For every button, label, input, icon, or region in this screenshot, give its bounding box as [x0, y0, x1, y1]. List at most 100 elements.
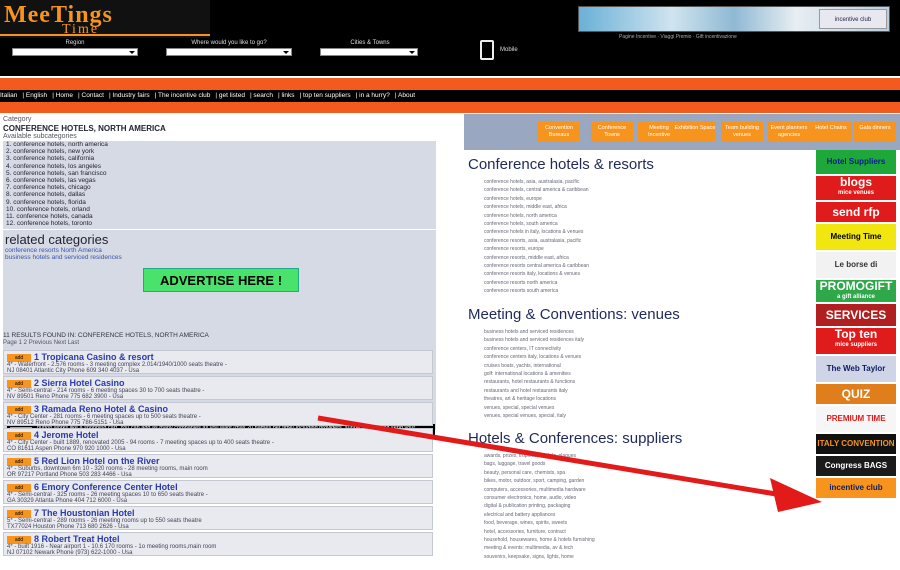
nav-item[interactable]: | get listed	[215, 92, 245, 99]
section-link[interactable]: conference resorts, europe	[484, 245, 589, 253]
section-link[interactable]: restaurants and hotel restaurants italy	[484, 387, 584, 395]
ad-web[interactable]: The Web Taylor	[816, 356, 896, 382]
section-link[interactable]: conference resorts, middle east, africa	[484, 254, 589, 262]
hotel-name-link[interactable]: 8 Robert Treat Hotel	[34, 534, 120, 544]
category-button[interactable]: Gala dinners	[854, 122, 896, 142]
hotel-name-link[interactable]: 3 Ramada Reno Hotel & Casino	[34, 404, 168, 414]
category-button[interactable]: Team building venues	[721, 122, 763, 142]
section-link[interactable]: venues, special venues, special, italy	[484, 412, 584, 420]
category-button[interactable]: Conference Towns	[591, 122, 633, 142]
category-button[interactable]: Convention Bureaus	[538, 122, 580, 142]
ad-italy-convention[interactable]: ITALY CONVENTION	[816, 434, 896, 454]
section-link[interactable]: electrical and battery appliances	[484, 511, 595, 519]
ad-congress-bags[interactable]: Congress BAGS	[816, 456, 896, 476]
hotel-name-link[interactable]: 6 Emory Conference Center Hotel	[34, 482, 178, 492]
section-link[interactable]: conference hotels, europe	[484, 195, 589, 203]
section-link[interactable]: conference resorts central america & car…	[484, 262, 589, 270]
category-button[interactable]: Hotel Chains	[810, 122, 852, 142]
advertise-button[interactable]: ADVERTISE HERE !	[143, 268, 299, 292]
section-link[interactable]: conference hotels, middle east, africa	[484, 203, 589, 211]
hotel-name-link[interactable]: 4 Jerome Hotel	[34, 430, 99, 440]
nav-item[interactable]: | top ten suppliers	[299, 92, 350, 99]
subcategory-link[interactable]: 6. conference hotels, las vegas	[3, 177, 436, 184]
section-link[interactable]: food, beverage, wines, spirits, sweets	[484, 519, 595, 527]
subcategory-link[interactable]: 5. conference hotels, san francisco	[3, 170, 436, 177]
nav-item[interactable]: | Contact	[78, 92, 104, 99]
related-link[interactable]: conference resorts North America	[3, 247, 436, 254]
section-link[interactable]: conference resorts north america	[484, 279, 589, 287]
category-button[interactable]: Event planners agencies	[768, 122, 810, 142]
add-button[interactable]: add	[7, 354, 31, 362]
ad-hotel-suppliers[interactable]: Hotel Suppliers	[816, 150, 896, 174]
section-link[interactable]: bags, luggage, travel goods	[484, 460, 595, 468]
section-link[interactable]: beauty, personal care, chemists, spa	[484, 469, 595, 477]
region-select[interactable]	[12, 48, 138, 56]
section-link[interactable]: hotel, accessories, furniture, contract	[484, 528, 595, 536]
subcategory-link[interactable]: 3. conference hotels, california	[3, 155, 436, 162]
hotel-name-link[interactable]: 2 Sierra Hotel Casino	[34, 378, 125, 388]
section-link[interactable]: consumer electronics, home, audio, video	[484, 494, 595, 502]
add-button[interactable]: add	[7, 432, 31, 440]
site-logo[interactable]: MeeTings Time	[0, 0, 210, 38]
section-link[interactable]: cruises boats, yachts, international	[484, 362, 584, 370]
category-button[interactable]: Exhibition Space	[674, 122, 716, 142]
where-select[interactable]	[166, 48, 292, 56]
subcategory-link[interactable]: 11. conference hotels, canada	[3, 213, 436, 220]
ad-top-ten[interactable]: Top ten mice suppliers	[816, 328, 896, 354]
subcategory-link[interactable]: 9. conference hotels, florida	[3, 199, 436, 206]
hotel-name-link[interactable]: 7 The Houstonian Hotel	[34, 508, 135, 518]
section-link[interactable]: bikes, motor, outdoor, sport, camping, g…	[484, 477, 595, 485]
section-link[interactable]: conference resorts italy, locations & ve…	[484, 270, 589, 278]
section-link[interactable]: conference centers italy, locations & ve…	[484, 353, 584, 361]
section-link[interactable]: conference resorts south america	[484, 287, 589, 295]
hotel-name-link[interactable]: 1 Tropicana Casino & resort	[34, 352, 154, 362]
section-link[interactable]: theatres, art & heritage locations	[484, 395, 584, 403]
section-link[interactable]: conference hotels, north america	[484, 212, 589, 220]
section-link[interactable]: conference hotels, south america	[484, 220, 589, 228]
cities-select[interactable]	[320, 48, 418, 56]
subcategory-link[interactable]: 2. conference hotels, new york	[3, 148, 436, 155]
add-button[interactable]: add	[7, 536, 31, 544]
ad-services[interactable]: SERVICES	[816, 304, 896, 326]
section-link[interactable]: conference hotels, asia, australasia, pa…	[484, 178, 589, 186]
add-button[interactable]: add	[7, 458, 31, 466]
section-link[interactable]: computers, accessories, multimedia hardw…	[484, 486, 595, 494]
ad-incentive-club[interactable]: incentive club	[816, 478, 896, 498]
subcategory-link[interactable]: 4. conference hotels, los angeles	[3, 163, 436, 170]
nav-item[interactable]: | The incentive club	[155, 92, 211, 99]
section-link[interactable]: business hotels and serviced residences …	[484, 336, 584, 344]
subcategory-link[interactable]: 7. conference hotels, chicago	[3, 184, 436, 191]
hotel-name-link[interactable]: 5 Red Lion Hotel on the River	[34, 456, 160, 466]
ad-blogs[interactable]: blogs mice venues	[816, 176, 896, 200]
section-link[interactable]: meeting & events: multimedia, av & tech	[484, 544, 595, 552]
nav-item[interactable]: | Industry fairs	[109, 92, 150, 99]
section-link[interactable]: conference hotels in italy, locations & …	[484, 228, 589, 236]
add-button[interactable]: add	[7, 484, 31, 492]
section-link[interactable]: business hotels and serviced residences	[484, 328, 584, 336]
nav-item[interactable]: Italian	[0, 92, 17, 99]
nav-item[interactable]: | search	[250, 92, 273, 99]
ad-borse[interactable]: Le borse di	[816, 252, 896, 278]
section-link[interactable]: souvenirs, keepsake, signs, lights, home	[484, 553, 595, 561]
section-link[interactable]: venues, special, special venues	[484, 404, 584, 412]
ad-promo-gift[interactable]: PROMOGIFT a gift alliance	[816, 280, 896, 302]
add-button[interactable]: add	[7, 406, 31, 414]
nav-item[interactable]: | Home	[52, 92, 73, 99]
section-link[interactable]: conference resorts, asia, australasia, p…	[484, 237, 589, 245]
subcategory-link[interactable]: 10. conference hotels, orland	[3, 206, 436, 213]
ad-premium-time[interactable]: PREMIUM TIME	[816, 406, 896, 432]
ad-quiz[interactable]: QUIZ	[816, 384, 896, 404]
section-link[interactable]: conference hotels, central america & car…	[484, 186, 589, 194]
nav-item[interactable]: | English	[22, 92, 47, 99]
subcategory-link[interactable]: 8. conference hotels, dallas	[3, 191, 436, 198]
nav-item[interactable]: | links	[278, 92, 295, 99]
subcategory-link[interactable]: 12. conference hotels, toronto	[3, 220, 436, 227]
header-banner[interactable]: incentive club Pagine Incentive · Viaggi…	[578, 6, 890, 40]
add-button[interactable]: add	[7, 510, 31, 518]
ad-meeting-time[interactable]: Meeting Time	[816, 224, 896, 250]
nav-item[interactable]: | About	[395, 92, 415, 99]
ad-send-rfp[interactable]: send rfp	[816, 202, 896, 222]
nav-item[interactable]: | in a hurry?	[356, 92, 390, 99]
section-link[interactable]: golf: international locations & amenitie…	[484, 370, 584, 378]
section-link[interactable]: digital & publication printing, packagin…	[484, 502, 595, 510]
